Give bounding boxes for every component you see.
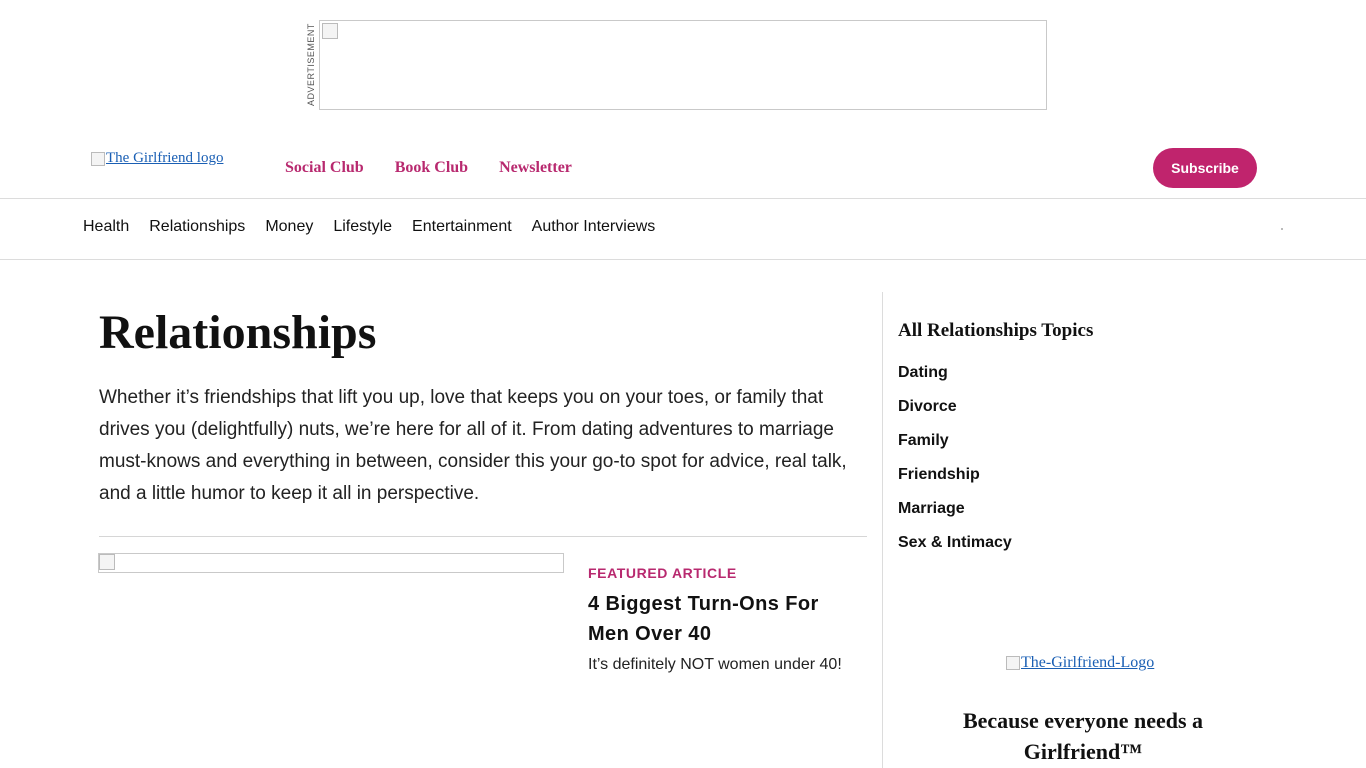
category-entertainment[interactable]: Entertainment xyxy=(412,217,512,237)
site-logo-alt-text: The Girlfriend logo xyxy=(106,150,224,166)
intro-paragraph: Whether it’s friendships that lift you u… xyxy=(99,387,847,504)
nav-newsletter[interactable]: Newsletter xyxy=(499,158,572,178)
topic-divorce[interactable]: Divorce xyxy=(898,398,957,415)
top-nav: Social Club Book Club Newsletter xyxy=(285,158,572,178)
advertisement-label: ADVERTISEMENT xyxy=(306,23,316,107)
featured-article-label: FEATURED ARTICLE xyxy=(588,565,737,581)
nav-divider xyxy=(0,259,1366,260)
list-item: Dating xyxy=(898,363,1012,397)
category-health[interactable]: Health xyxy=(83,217,129,237)
list-item: Marriage xyxy=(898,499,1012,533)
topic-sex-intimacy[interactable]: Sex & Intimacy xyxy=(898,534,1012,551)
broken-image-icon xyxy=(99,554,115,570)
sidebar-heading: All Relationships Topics xyxy=(898,320,1094,341)
topic-marriage[interactable]: Marriage xyxy=(898,500,965,517)
list-item: Friendship xyxy=(898,465,1012,499)
list-item: Family xyxy=(898,431,1012,465)
broken-image-icon xyxy=(322,23,338,39)
sidebar-logo-alt-text: The-Girlfriend-Logo xyxy=(1021,654,1155,671)
header-divider xyxy=(0,198,1366,199)
category-author-interviews[interactable]: Author Interviews xyxy=(532,217,656,237)
subscribe-button[interactable]: Subscribe xyxy=(1153,148,1257,188)
broken-image-icon xyxy=(91,151,105,166)
featured-article-title[interactable]: 4 Biggest Turn-Ons For Men Over 40 xyxy=(588,589,858,649)
content-divider xyxy=(99,536,867,537)
featured-article-dek: It’s definitely NOT women under 40! xyxy=(588,656,842,673)
topic-friendship[interactable]: Friendship xyxy=(898,466,980,483)
page-title: Relationships xyxy=(99,306,377,359)
category-lifestyle[interactable]: Lifestyle xyxy=(333,217,392,237)
featured-article-image[interactable] xyxy=(98,553,564,573)
category-nav: Health Relationships Money Lifestyle Ent… xyxy=(83,217,655,237)
sidebar-tagline: Because everyone needs a Girlfriend™ xyxy=(962,708,1204,764)
list-item: Sex & Intimacy xyxy=(898,533,1012,567)
sidebar-divider xyxy=(882,292,883,768)
nav-social-club[interactable]: Social Club xyxy=(285,158,364,178)
site-logo-link[interactable]: The Girlfriend logo xyxy=(91,150,223,167)
search-toggle-icon[interactable] xyxy=(1281,228,1283,230)
category-money[interactable]: Money xyxy=(265,217,313,237)
nav-book-club[interactable]: Book Club xyxy=(395,158,468,178)
list-item: Divorce xyxy=(898,397,1012,431)
sidebar-logo-link[interactable]: The-Girlfriend-Logo xyxy=(1006,654,1154,672)
broken-image-icon xyxy=(1006,656,1020,670)
topic-list: Dating Divorce Family Friendship Marriag… xyxy=(898,363,1012,567)
advertisement-banner[interactable] xyxy=(319,20,1047,110)
topic-dating[interactable]: Dating xyxy=(898,364,948,381)
category-relationships[interactable]: Relationships xyxy=(149,217,245,237)
topic-family[interactable]: Family xyxy=(898,432,949,449)
